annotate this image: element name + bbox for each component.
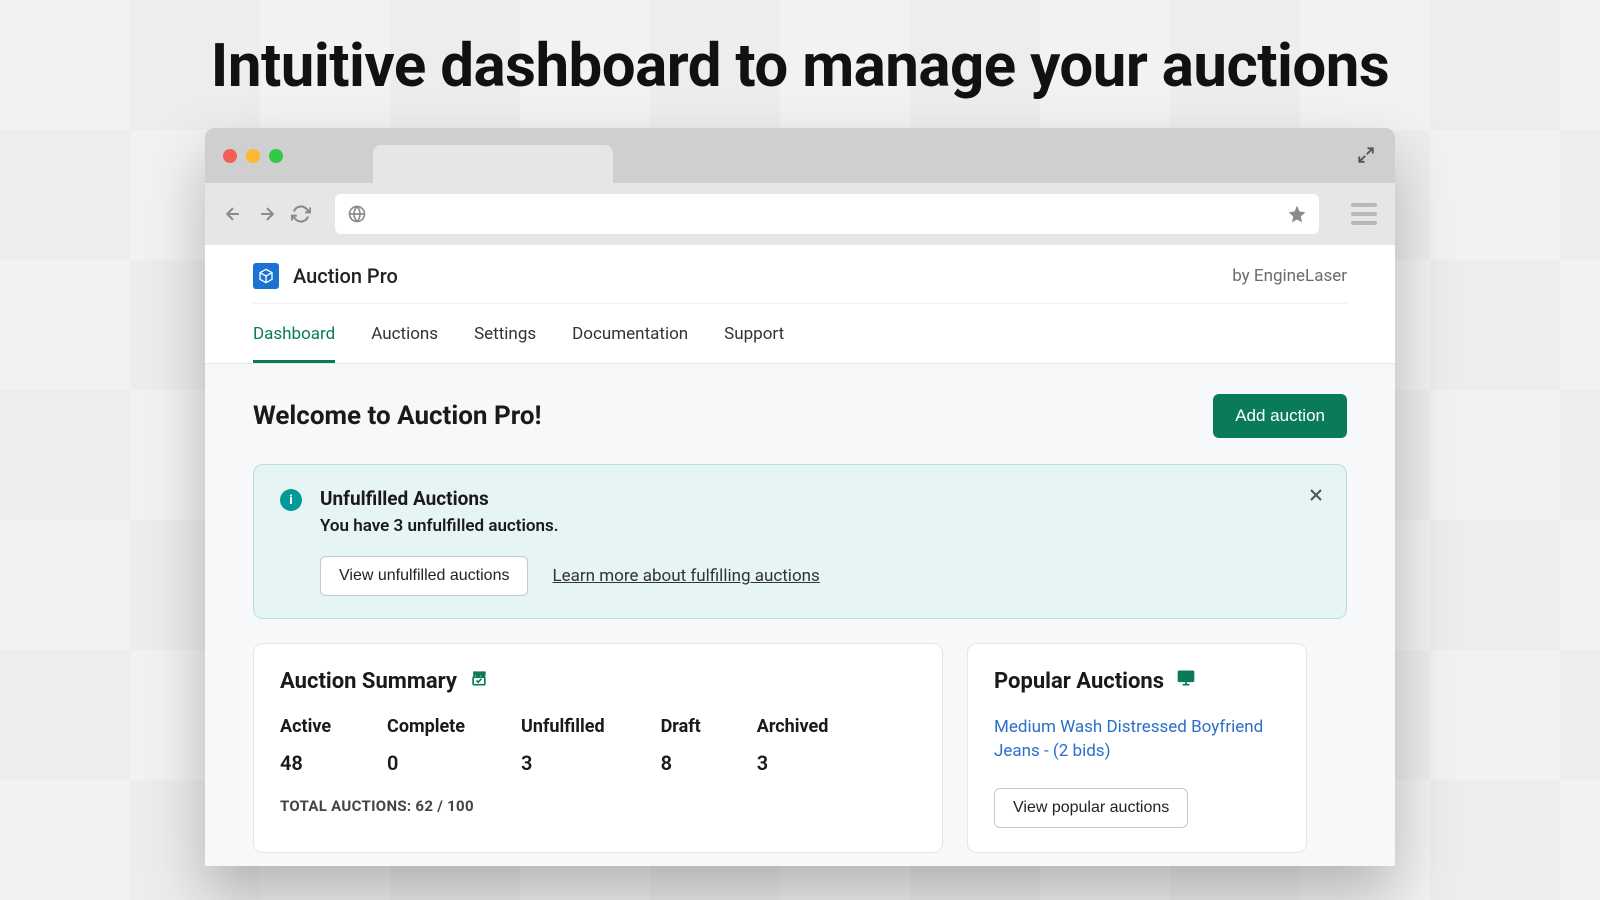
popular-card: Popular Auctions Medium Wash Distressed … — [967, 643, 1307, 853]
summary-card: Auction Summary Active 48 Complete 0 — [253, 643, 943, 853]
page-header: Welcome to Auction Pro! Add auction — [253, 394, 1347, 438]
stat-draft: Draft 8 — [661, 716, 701, 775]
stat-value: 3 — [521, 751, 605, 775]
window-controls — [223, 149, 283, 163]
learn-more-link[interactable]: Learn more about fulfilling auctions — [552, 566, 819, 586]
browser-tabbar — [205, 128, 1395, 183]
forward-icon[interactable] — [257, 204, 277, 224]
app-content: Auction Pro by EngineLaser Dashboard Auc… — [205, 245, 1395, 866]
stat-value: 48 — [280, 751, 331, 775]
url-bar[interactable] — [335, 194, 1319, 234]
stat-label: Complete — [387, 716, 465, 737]
browser-window: Auction Pro by EngineLaser Dashboard Auc… — [205, 128, 1395, 866]
browser-toolbar — [205, 183, 1395, 245]
page-body: Welcome to Auction Pro! Add auction i Un… — [205, 364, 1395, 866]
stat-complete: Complete 0 — [387, 716, 465, 775]
summary-title: Auction Summary — [280, 669, 457, 694]
close-window-icon[interactable] — [223, 149, 237, 163]
add-auction-button[interactable]: Add auction — [1213, 394, 1347, 438]
marketing-headline: Intuitive dashboard to manage your aucti… — [0, 30, 1600, 101]
store-check-icon — [469, 668, 489, 694]
nav-tabs: Dashboard Auctions Settings Documentatio… — [253, 303, 1347, 363]
total-auctions: TOTAL AUCTIONS: 62 / 100 — [280, 797, 916, 815]
stat-value: 3 — [757, 751, 829, 775]
popular-auction-link[interactable]: Medium Wash Distressed Boyfriend Jeans -… — [994, 716, 1280, 764]
brand-logo-icon — [253, 263, 279, 289]
stat-active: Active 48 — [280, 716, 331, 775]
byline: by EngineLaser — [1232, 266, 1347, 286]
app-header: Auction Pro by EngineLaser Dashboard Auc… — [205, 245, 1395, 364]
unfulfilled-alert: i Unfulfilled Auctions You have 3 unfulf… — [253, 464, 1347, 619]
page-title: Welcome to Auction Pro! — [253, 401, 542, 431]
popular-title: Popular Auctions — [994, 669, 1164, 694]
tab-settings[interactable]: Settings — [474, 306, 536, 363]
close-icon[interactable] — [1306, 485, 1326, 509]
expand-icon[interactable] — [1357, 146, 1375, 168]
globe-icon — [347, 204, 367, 224]
minimize-window-icon[interactable] — [246, 149, 260, 163]
stat-archived: Archived 3 — [757, 716, 829, 775]
tab-dashboard[interactable]: Dashboard — [253, 306, 335, 363]
view-unfulfilled-button[interactable]: View unfulfilled auctions — [320, 556, 528, 596]
stat-label: Active — [280, 716, 331, 737]
brand: Auction Pro — [253, 263, 398, 289]
info-icon: i — [280, 489, 302, 511]
reload-icon[interactable] — [291, 204, 311, 224]
stat-value: 0 — [387, 751, 465, 775]
stat-label: Unfulfilled — [521, 716, 605, 737]
star-icon[interactable] — [1287, 204, 1307, 224]
back-icon[interactable] — [223, 204, 243, 224]
stat-unfulfilled: Unfulfilled 3 — [521, 716, 605, 775]
maximize-window-icon[interactable] — [269, 149, 283, 163]
menu-icon[interactable] — [1351, 203, 1377, 225]
view-popular-button[interactable]: View popular auctions — [994, 788, 1188, 828]
stat-value: 8 — [661, 751, 701, 775]
monitor-icon — [1176, 668, 1196, 694]
browser-tab[interactable] — [373, 145, 613, 183]
alert-body-text: You have 3 unfulfilled auctions. — [320, 516, 820, 536]
brand-name: Auction Pro — [293, 264, 398, 288]
tab-documentation[interactable]: Documentation — [572, 306, 688, 363]
tab-support[interactable]: Support — [724, 306, 784, 363]
alert-title: Unfulfilled Auctions — [320, 487, 820, 510]
stat-label: Archived — [757, 716, 829, 737]
tab-auctions[interactable]: Auctions — [371, 306, 438, 363]
stat-label: Draft — [661, 716, 701, 737]
